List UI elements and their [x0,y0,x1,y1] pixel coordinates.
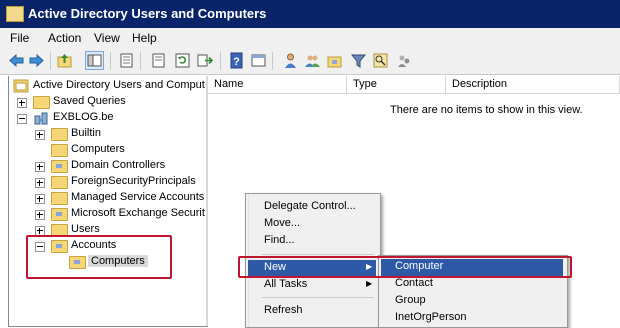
show-console-tree-icon[interactable] [85,51,104,70]
filter-icon[interactable] [350,52,367,69]
expand-icon[interactable] [17,98,27,108]
up-folder-icon[interactable] [56,52,73,69]
expand-icon[interactable] [35,162,45,172]
refresh-icon[interactable] [174,52,191,69]
add-to-group-icon[interactable] [396,52,413,69]
column-header-label: Name [214,78,244,90]
submenu-arrow-icon: ▶ [366,279,373,288]
menu-action[interactable]: Action [48,31,81,45]
folder-icon [51,128,68,141]
toolbar-separator [220,52,221,70]
new-ou-icon[interactable] [326,52,343,69]
tree-item-label: EXBLOG.be [53,111,114,123]
ou-folder-icon [51,208,68,221]
window-title: Active Directory Users and Computers [28,6,267,21]
new-group-icon[interactable] [304,52,321,69]
menu-item-delegate-control[interactable]: Delegate Control... [264,200,356,212]
tree-item-label: ForeignSecurityPrincipals [71,175,196,187]
find-icon[interactable] [372,52,389,69]
annotation-box-accounts [26,235,172,279]
ou-folder-icon [51,160,68,173]
expand-icon[interactable] [35,210,45,220]
column-header-label: Type [353,78,377,90]
folder-icon [51,192,68,205]
properties-icon[interactable] [118,52,135,69]
menu-item-inetorgperson[interactable]: InetOrgPerson [395,311,467,323]
help-icon[interactable]: ? [228,52,245,69]
tree-root-label: Active Directory Users and Comput [33,79,205,91]
app-icon [6,6,24,22]
folder-icon [33,96,50,109]
tree-item-label: Managed Service Accounts [71,191,205,203]
column-header-description[interactable]: Description [446,76,620,94]
menu-item-group[interactable]: Group [395,294,426,306]
menu-item-all-tasks[interactable]: All Tasks [264,278,307,290]
adsi-console-icon [13,79,29,93]
toolbar-separator [140,52,141,70]
menu-item-contact[interactable]: Contact [395,277,433,289]
collapse-icon[interactable] [17,114,27,124]
menu-item-move[interactable]: Move... [264,217,300,229]
menu-separator [262,254,374,255]
menu-view[interactable]: View [94,31,120,45]
toolbar-separator [110,52,111,70]
svg-text:?: ? [233,56,240,68]
column-header-name[interactable]: Name [208,76,347,94]
expand-icon[interactable] [35,194,45,204]
tree-item-label: Domain Controllers [71,159,166,171]
expand-icon[interactable] [35,178,45,188]
folder-icon [51,144,68,157]
console-tree: Active Directory Users and Comput Saved … [8,76,208,327]
tree-item-label: Microsoft Exchange Securit [71,207,205,219]
tree-item-label: Saved Queries [53,95,126,107]
empty-list-message: There are no items to show in this view. [390,104,583,116]
toolbar-separator [50,52,51,70]
tree-item-label: Computers [71,143,125,155]
console-window-icon[interactable] [250,52,267,69]
export-list-icon[interactable] [150,52,167,69]
column-header-type[interactable]: Type [347,76,446,94]
menu-file[interactable]: File [10,31,29,45]
menu-separator [262,297,374,298]
title-bar: Active Directory Users and Computers [0,0,620,29]
back-arrow-icon[interactable] [8,52,25,69]
menu-item-refresh[interactable]: Refresh [264,304,303,316]
menu-bar: File Action View Help [0,28,620,49]
new-user-icon[interactable] [282,52,299,69]
annotation-box-new-computer [238,256,572,278]
tree-item-label: Builtin [71,127,101,139]
toolbar: ? [0,48,620,75]
tree-item-label: Users [71,223,100,235]
menu-item-find[interactable]: Find... [264,234,295,246]
folder-icon [51,176,68,189]
expand-icon[interactable] [35,130,45,140]
toolbar-separator [272,52,273,70]
export-icon[interactable] [196,52,213,69]
forward-arrow-icon[interactable] [28,52,45,69]
menu-help[interactable]: Help [132,31,157,45]
domain-icon [34,112,48,125]
column-header-label: Description [452,78,508,90]
